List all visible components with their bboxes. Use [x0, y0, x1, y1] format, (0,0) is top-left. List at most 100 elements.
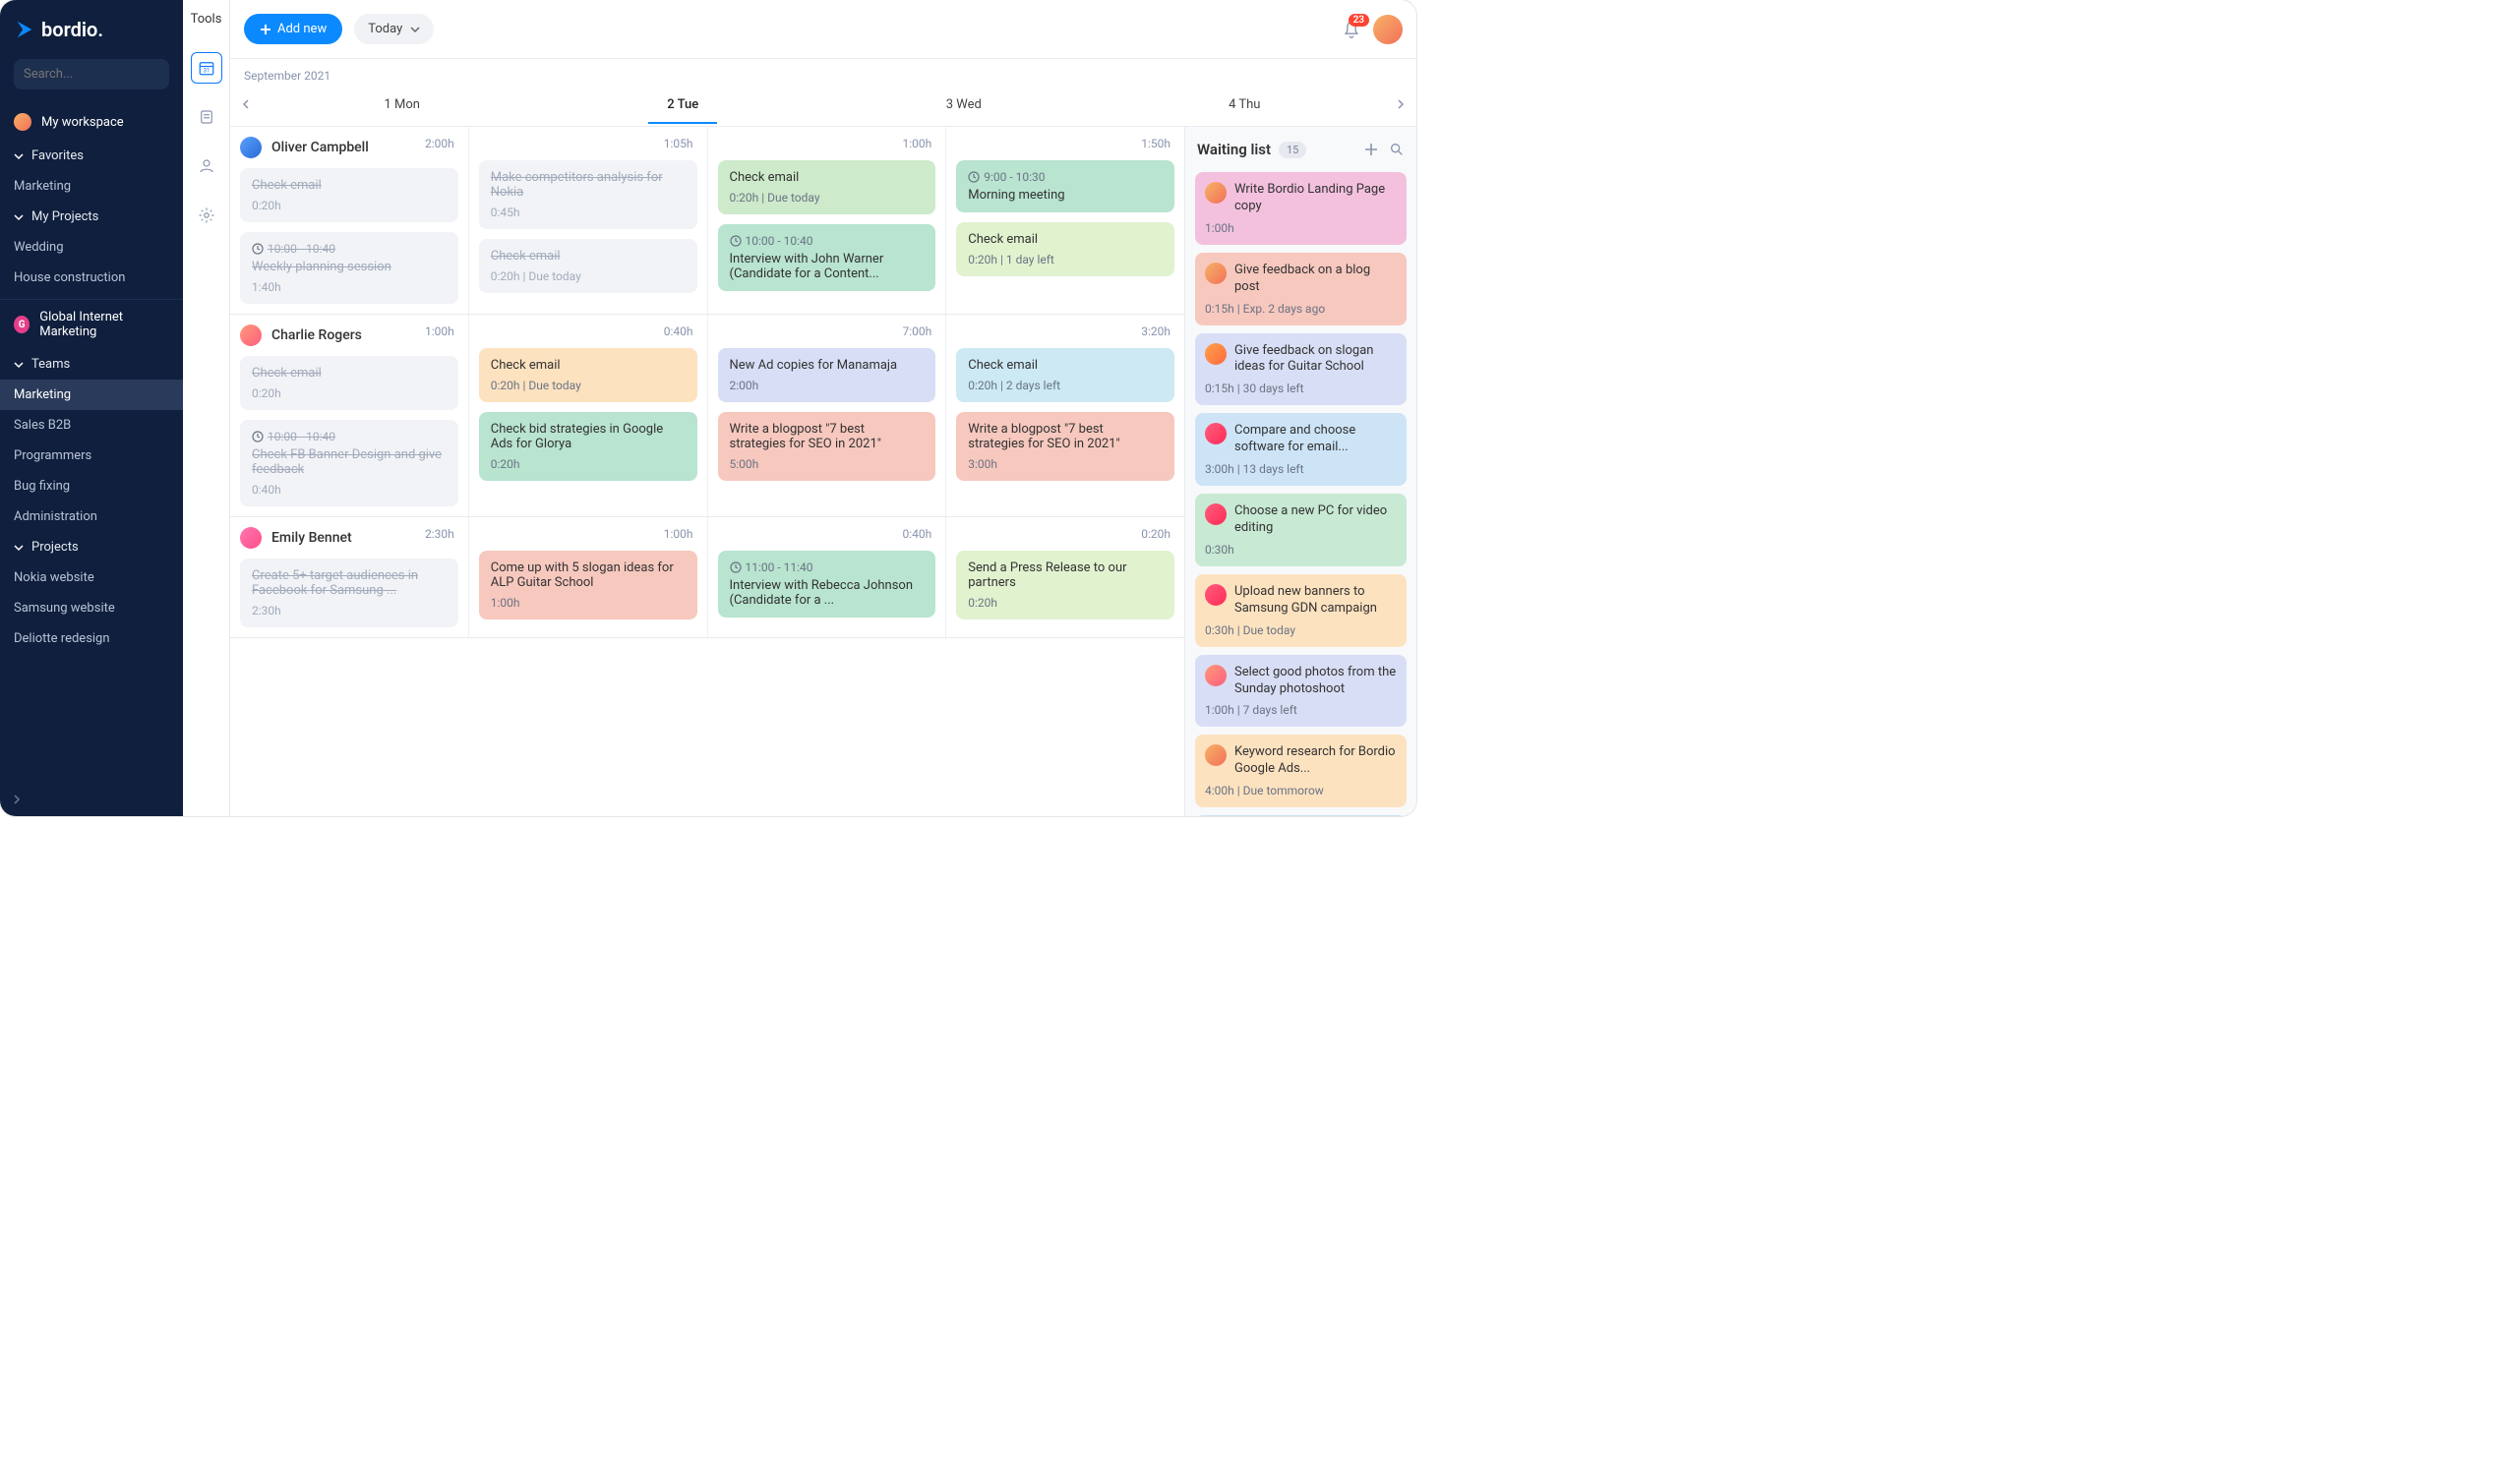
task-card[interactable]: Write a blogpost "7 best strategies for … [956, 412, 1174, 481]
sidebar-item-team[interactable]: Sales B2B [0, 410, 183, 441]
card-time: 9:00 - 10:30 [984, 170, 1045, 184]
chevron-down-icon [14, 360, 24, 370]
waiting-card[interactable]: Compare and choose software for email... [1195, 815, 1407, 816]
chevron-right-icon [12, 795, 22, 804]
sidebar-item-team[interactable]: Administration [0, 501, 183, 532]
task-card[interactable]: Check email0:20h [240, 168, 458, 222]
settings-tool-button[interactable] [191, 200, 222, 231]
notifications-button[interactable]: 23 [1342, 20, 1361, 39]
org-selector[interactable]: G Global Internet Marketing [0, 300, 183, 349]
waiting-card-meta: 3:00h | 13 days left [1205, 462, 1397, 476]
projects-header[interactable]: Projects [0, 532, 183, 562]
sidebar-item-favorite[interactable]: Marketing [0, 171, 183, 202]
favorites-header[interactable]: Favorites [0, 141, 183, 171]
avatar-icon [1205, 343, 1227, 365]
waiting-card-title: Give feedback on slogan ideas for Guitar… [1234, 343, 1397, 377]
search-field[interactable] [24, 67, 187, 82]
person-header[interactable]: Charlie Rogers [240, 324, 362, 346]
card-title: Write a blogpost "7 best strategies for … [730, 422, 925, 451]
sidebar-item-project[interactable]: Nokia website [0, 562, 183, 593]
waiting-card[interactable]: Choose a new PC for video editing0:30h [1195, 494, 1407, 566]
workspace-selector[interactable]: My workspace [0, 103, 183, 141]
plus-icon[interactable] [1363, 142, 1379, 157]
my-projects-header[interactable]: My Projects [0, 202, 183, 232]
next-week-button[interactable] [1385, 99, 1416, 109]
task-card[interactable]: Make competitors analysis for Nokia0:45h [479, 160, 697, 229]
waiting-card[interactable]: Write Bordio Landing Page copy1:00h [1195, 172, 1407, 245]
task-card[interactable]: Create 5+ target audiences in Facebook f… [240, 559, 458, 627]
task-card[interactable]: Check bid strategies in Google Ads for G… [479, 412, 697, 481]
notes-tool-button[interactable] [191, 101, 222, 133]
task-card[interactable]: Check email0:20h | Due today [479, 239, 697, 293]
waiting-count-badge: 15 [1279, 142, 1306, 158]
search-input[interactable] [14, 59, 169, 89]
card-meta: 1:00h [491, 596, 686, 610]
day-cell: 1:05hMake competitors analysis for Nokia… [468, 127, 707, 314]
card-title: Morning meeting [968, 188, 1163, 203]
day-header[interactable]: 4 Thu [1105, 97, 1386, 112]
task-card[interactable]: Check email0:20h | Due today [718, 160, 936, 214]
sidebar-item-project[interactable]: Samsung website [0, 593, 183, 623]
task-card[interactable]: Check email0:20h | 1 day left [956, 222, 1174, 276]
add-new-button[interactable]: Add new [244, 14, 342, 44]
card-time: 10:00 - 10:40 [268, 430, 335, 443]
day-header[interactable]: 1 Mon [262, 97, 543, 112]
sidebar-item-team[interactable]: Marketing [0, 380, 183, 410]
task-card[interactable]: 10:00 - 10:40Check FB Banner Design and … [240, 420, 458, 506]
person-header[interactable]: Emily Bennet [240, 527, 352, 549]
waiting-card[interactable]: Give feedback on a blog post0:15h | Exp.… [1195, 253, 1407, 325]
task-card[interactable]: 11:00 - 11:40Interview with Rebecca John… [718, 551, 936, 618]
day-header[interactable]: 3 Wed [823, 97, 1105, 112]
sidebar-item-my-project[interactable]: Wedding [0, 232, 183, 263]
waiting-card[interactable]: Compare and choose software for email...… [1195, 413, 1407, 486]
waiting-card[interactable]: Keyword research for Bordio Google Ads..… [1195, 735, 1407, 807]
person-group: Emily Bennet2:30hCreate 5+ target audien… [230, 517, 1184, 638]
card-meta: 3:00h [968, 457, 1163, 471]
card-meta: 0:20h | Due today [491, 379, 686, 392]
day-total: 1:50h [1141, 137, 1174, 150]
task-card[interactable]: Check email0:20h [240, 356, 458, 410]
people-tool-button[interactable] [191, 150, 222, 182]
brand-logo[interactable]: bordio. [0, 0, 183, 59]
card-time: 10:00 - 10:40 [268, 242, 335, 256]
person-header[interactable]: Oliver Campbell [240, 137, 369, 158]
waiting-card[interactable]: Give feedback on slogan ideas for Guitar… [1195, 333, 1407, 406]
today-button[interactable]: Today [354, 14, 434, 44]
calendar-tool-button[interactable]: 31 [191, 52, 222, 84]
sidebar-item-project[interactable]: Deliotte redesign [0, 623, 183, 654]
chevron-down-icon [410, 25, 420, 34]
waiting-card[interactable]: Select good photos from the Sunday photo… [1195, 655, 1407, 728]
task-card[interactable]: Write a blogpost "7 best strategies for … [718, 412, 936, 481]
task-card[interactable]: 10:00 - 10:40Interview with John Warner … [718, 224, 936, 291]
task-card[interactable]: Come up with 5 slogan ideas for ALP Guit… [479, 551, 697, 619]
task-card[interactable]: 10:00 - 10:40Weekly planning session1:40… [240, 232, 458, 304]
sidebar-item-team[interactable]: Bug fixing [0, 471, 183, 501]
sidebar-collapse-button[interactable] [0, 783, 183, 816]
waiting-card-title: Write Bordio Landing Page copy [1234, 182, 1397, 215]
task-card[interactable]: Send a Press Release to our partners0:20… [956, 551, 1174, 619]
sidebar-item-my-project[interactable]: House construction [0, 263, 183, 293]
task-card[interactable]: Check email0:20h | Due today [479, 348, 697, 402]
day-total: 0:40h [903, 527, 936, 541]
search-icon[interactable] [1389, 142, 1405, 157]
day-header[interactable]: 2 Tue [543, 97, 824, 112]
teams-header[interactable]: Teams [0, 349, 183, 380]
avatar-icon [1205, 744, 1227, 766]
card-title: Check email [252, 178, 447, 193]
day-total: 2:00h [425, 137, 458, 158]
topbar: Add new Today 23 [230, 0, 1416, 59]
avatar-icon [1205, 584, 1227, 606]
day-total: 7:00h [903, 324, 936, 338]
tools-rail: Tools 31 [183, 0, 230, 816]
task-card[interactable]: 9:00 - 10:30 Morning meeting [956, 160, 1174, 212]
waiting-card[interactable]: Upload new banners to Samsung GDN campai… [1195, 574, 1407, 647]
task-card[interactable]: New Ad copies for Manamaja2:00h [718, 348, 936, 402]
waiting-card-meta: 0:15h | Exp. 2 days ago [1205, 302, 1397, 316]
user-avatar[interactable] [1373, 15, 1403, 44]
sidebar-item-team[interactable]: Programmers [0, 441, 183, 471]
org-label: Global Internet Marketing [39, 310, 169, 339]
task-card[interactable]: Check email0:20h | 2 days left [956, 348, 1174, 402]
prev-week-button[interactable] [230, 99, 262, 109]
avatar-icon [1205, 665, 1227, 686]
day-cell: 1:00hCheck email0:20h | Due today10:00 -… [707, 127, 946, 314]
